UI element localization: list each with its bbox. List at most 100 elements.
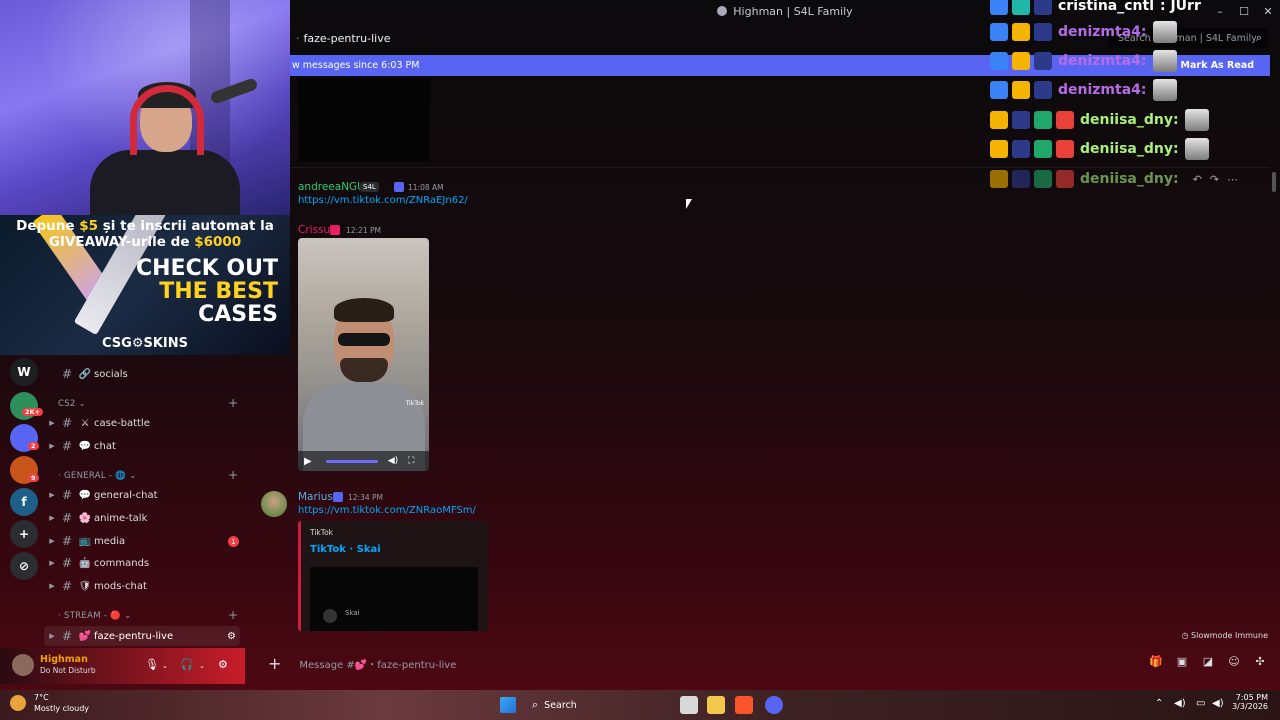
category-general[interactable]: · GENERAL - 🌐 ⌄ bbox=[58, 471, 137, 481]
sticker-icon[interactable]: ◪ bbox=[1200, 655, 1216, 668]
hash-icon: # bbox=[62, 511, 73, 525]
channel-emoji: 🤖 bbox=[78, 557, 92, 569]
clock[interactable]: 7:05 PM 3/3/2026 bbox=[1232, 693, 1268, 711]
video-person-hair bbox=[334, 298, 394, 322]
overlay-username: denizmta4: bbox=[1058, 53, 1147, 69]
chevron-down-icon[interactable]: ⌄ bbox=[199, 662, 205, 670]
channel-case-battle[interactable]: ▶ # ⚔ case-battle bbox=[44, 413, 244, 433]
sponsor-ad-banner: Depune $5 și te inscrii automat la GIVEA… bbox=[0, 215, 290, 355]
ad-amount-2: $6000 bbox=[194, 234, 242, 250]
channel-label: faze-pentru-live bbox=[94, 630, 174, 642]
hash-icon: # bbox=[62, 488, 73, 502]
apps-icon[interactable]: ✣ bbox=[1252, 655, 1268, 668]
server-icon[interactable]: W bbox=[10, 358, 38, 386]
video-attachment[interactable]: TikTok ▶ ◀) ⛶ bbox=[298, 238, 429, 471]
user-name[interactable]: Highman bbox=[40, 654, 88, 665]
message-link[interactable]: https://vm.tiktok.com/ZNRaEJn62/ bbox=[298, 195, 468, 206]
channel-list: # 🔗 socials CS2 ⌄ + ▶ # ⚔ case-battle ▶ … bbox=[44, 355, 290, 647]
slowmode-text: Slowmode Immune bbox=[1191, 631, 1268, 640]
message-link[interactable]: https://vm.tiktok.com/ZNRaoMFSm/ bbox=[298, 505, 476, 516]
emote-image bbox=[1152, 21, 1177, 43]
overlay-chat-row: denizmta4: bbox=[990, 20, 1177, 44]
badge-icon bbox=[330, 225, 340, 235]
brave-browser-icon[interactable] bbox=[735, 696, 753, 714]
microphone-icon[interactable]: 🎙 bbox=[145, 658, 159, 671]
crown-badge-icon bbox=[1012, 23, 1030, 41]
hash-icon: # bbox=[62, 629, 73, 643]
discord-app-icon bbox=[717, 6, 728, 16]
user-settings-icon[interactable]: ⚙ bbox=[218, 658, 228, 671]
server-icon[interactable]: f bbox=[10, 488, 38, 516]
webcam-headset bbox=[130, 85, 204, 155]
start-button[interactable] bbox=[500, 697, 516, 713]
chevron-up-icon[interactable]: ⌃ bbox=[1155, 698, 1163, 709]
volume-icon[interactable]: ◀) bbox=[1174, 698, 1186, 709]
upload-plus-icon[interactable]: + bbox=[268, 654, 281, 673]
speaker-icon[interactable]: ◀) bbox=[1212, 698, 1224, 709]
ad-line-1-pre: Depune bbox=[16, 218, 80, 234]
unread-badge: 1 bbox=[228, 536, 239, 547]
fullscreen-icon[interactable]: ⛶ bbox=[408, 456, 414, 466]
message-input[interactable]: + Message #💕・faze-pentru-live bbox=[258, 648, 1270, 678]
add-channel-icon[interactable]: + bbox=[228, 608, 238, 622]
embed-thumbnail[interactable]: Skai bbox=[310, 567, 478, 631]
forward-icon[interactable]: ↷ bbox=[1210, 173, 1219, 186]
badge-icon bbox=[333, 492, 343, 502]
overlay-username: deniisa_dny: bbox=[1080, 141, 1179, 157]
headphones-icon[interactable]: 🎧 bbox=[180, 658, 194, 671]
channel-mods-chat[interactable]: ▶ # 🛡 mods-chat bbox=[44, 576, 244, 596]
reply-icon[interactable]: ↶ bbox=[1193, 173, 1202, 186]
gif-icon[interactable]: ▣ bbox=[1174, 655, 1190, 668]
message-author[interactable]: Marius bbox=[298, 491, 333, 503]
channel-anime-talk[interactable]: ▶ # 🌸 anime-talk bbox=[44, 508, 244, 528]
channel-settings-icon[interactable]: ⚙ bbox=[227, 631, 236, 642]
taskbar-search[interactable]: ⌕ Search bbox=[526, 695, 676, 715]
channel-socials[interactable]: # 🔗 socials bbox=[44, 364, 244, 384]
channel-commands[interactable]: ▶ # 🤖 commands bbox=[44, 553, 244, 573]
more-icon[interactable]: ⋯ bbox=[1227, 173, 1238, 186]
ad-cta-line-2: THE BEST bbox=[159, 279, 278, 304]
discover-icon[interactable]: ⊘ bbox=[10, 552, 38, 580]
clock-icon: ◷ bbox=[1181, 631, 1192, 640]
ad-cta-line-3: CASES bbox=[198, 302, 278, 327]
gift-icon[interactable]: 🎁 bbox=[1148, 655, 1164, 668]
sub-badge-icon bbox=[1012, 0, 1030, 15]
server-badge: 2 bbox=[28, 442, 39, 450]
channel-chat[interactable]: ▶ # 💬 chat bbox=[44, 436, 244, 456]
task-view-icon[interactable] bbox=[680, 696, 698, 714]
channel-label: commands bbox=[94, 557, 150, 569]
channel-general-chat[interactable]: ▶ # 💬 general-chat bbox=[44, 485, 244, 505]
embed-logo-icon bbox=[323, 609, 337, 623]
ad-cta-line-1: CHECK OUT bbox=[135, 256, 278, 281]
network-icon[interactable]: ▭ bbox=[1196, 698, 1205, 709]
overlay-chat-row: deniisa_dny: ↶ ↷ ⋯ bbox=[990, 167, 1238, 191]
channel-label: mods-chat bbox=[94, 580, 147, 592]
server-badge: 2K+ bbox=[22, 408, 44, 416]
emoji-icon[interactable]: ☺ bbox=[1226, 655, 1242, 668]
video-progress-bar[interactable] bbox=[325, 459, 378, 463]
channel-media[interactable]: ▶ # 📺 media bbox=[44, 531, 244, 551]
message-author[interactable]: Crissu bbox=[298, 224, 330, 236]
channel-hash-icon: · bbox=[296, 31, 300, 45]
category-cs2[interactable]: CS2 ⌄ bbox=[58, 399, 86, 409]
category-stream[interactable]: · STREAM - 🔴 ⌄ bbox=[58, 611, 132, 621]
hash-icon: # bbox=[62, 439, 73, 453]
link-embed[interactable]: TikTok TikTok · Skai Skai bbox=[298, 521, 488, 631]
mod-badge-icon bbox=[990, 23, 1008, 41]
embed-title[interactable]: TikTok · Skai bbox=[310, 544, 381, 555]
channel-faze-pentru-live[interactable]: ▶ # 💕 faze-pentru-live ⚙ bbox=[44, 626, 240, 646]
discord-taskbar-icon[interactable] bbox=[765, 696, 783, 714]
time-label: 7:05 PM bbox=[1235, 693, 1268, 702]
chevron-down-icon[interactable]: ⌄ bbox=[162, 662, 168, 670]
file-explorer-icon[interactable] bbox=[707, 696, 725, 714]
user-avatar[interactable] bbox=[12, 654, 34, 676]
add-channel-icon[interactable]: + bbox=[228, 396, 238, 410]
add-server-icon[interactable]: + bbox=[10, 520, 38, 548]
add-channel-icon[interactable]: + bbox=[228, 468, 238, 482]
play-icon[interactable]: ▶ bbox=[304, 456, 312, 467]
scrollbar[interactable] bbox=[1272, 172, 1276, 192]
gift-badge-icon bbox=[1034, 140, 1052, 158]
volume-icon[interactable]: ◀) bbox=[388, 456, 398, 466]
expand-arrow-icon: ▶ bbox=[49, 582, 55, 590]
message-author[interactable]: andreeaNGU bbox=[298, 181, 365, 193]
